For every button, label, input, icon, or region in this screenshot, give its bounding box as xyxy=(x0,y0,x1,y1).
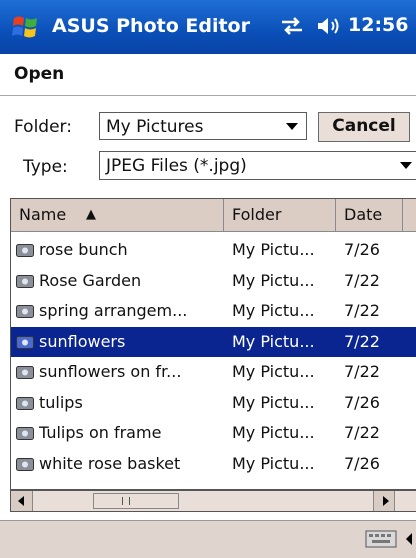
column-header-date[interactable]: Date xyxy=(336,199,403,231)
folder-value: My Pictures xyxy=(106,117,204,137)
image-file-icon xyxy=(16,427,34,440)
file-name: tulips xyxy=(39,392,83,412)
connectivity-icon[interactable] xyxy=(278,14,306,38)
file-date: 7/22 xyxy=(344,331,380,351)
file-folder: My Pictu... xyxy=(232,362,315,381)
file-name: Rose Garden xyxy=(39,270,142,290)
image-file-icon xyxy=(16,396,34,410)
file-row[interactable]: Tulips on frame My Pictu... 7/22 xyxy=(11,418,416,448)
type-dropdown[interactable]: JPEG Files (*.jpg) xyxy=(99,151,416,180)
volume-icon[interactable] xyxy=(316,14,340,38)
file-folder: My Pictu... xyxy=(232,331,315,351)
column-header-folder-label: Folder xyxy=(232,205,282,224)
file-folder: My Pictu... xyxy=(232,453,315,473)
type-label: Type: xyxy=(23,157,68,177)
column-header-date-label: Date xyxy=(344,205,383,224)
file-row[interactable]: Rose Garden My Pictu... 7/22 xyxy=(11,266,416,296)
grip-icon xyxy=(122,497,130,505)
keyboard-icon[interactable] xyxy=(364,527,400,551)
file-folder: My Pictu... xyxy=(232,301,315,320)
app-title: ASUS Photo Editor xyxy=(52,15,250,37)
title-bar: ASUS Photo Editor 12:56 xyxy=(0,0,416,54)
file-row[interactable]: sunflowers on fr... My Pictu... 7/22 xyxy=(11,357,416,387)
image-file-icon xyxy=(16,244,34,257)
image-file-icon xyxy=(16,335,34,349)
image-file-icon xyxy=(16,305,34,318)
file-folder: My Pictu... xyxy=(232,392,315,412)
chevron-down-icon xyxy=(286,123,298,130)
file-name: sunflowers on fr... xyxy=(39,362,182,381)
file-name: Tulips on frame xyxy=(39,423,162,442)
file-date: 7/22 xyxy=(344,301,380,320)
chevron-down-icon xyxy=(400,162,412,169)
header-divider xyxy=(0,95,416,96)
file-row[interactable]: white rose basket My Pictu... 7/26 xyxy=(11,449,416,479)
column-header-folder[interactable]: Folder xyxy=(224,199,336,231)
file-date: 7/22 xyxy=(344,270,380,290)
column-header-name[interactable]: Name ▲ xyxy=(11,199,224,231)
windows-flag-icon[interactable] xyxy=(10,12,42,42)
arrow-right-icon xyxy=(383,496,389,506)
file-name: spring arrangem... xyxy=(39,301,188,320)
column-header-extra[interactable] xyxy=(403,199,416,231)
file-row[interactable]: rose bunch My Pictu... 7/26 xyxy=(11,235,416,265)
file-row[interactable]: tulips My Pictu... 7/26 xyxy=(11,388,416,418)
image-file-icon xyxy=(16,274,34,288)
file-date: 7/22 xyxy=(344,423,380,442)
scroll-thumb[interactable] xyxy=(93,493,179,509)
file-name: rose bunch xyxy=(39,240,128,259)
image-file-icon xyxy=(16,457,34,471)
file-date: 7/26 xyxy=(344,453,380,473)
type-value: JPEG Files (*.jpg) xyxy=(106,156,247,176)
dialog-title: Open xyxy=(14,64,65,84)
file-folder: My Pictu... xyxy=(232,270,315,290)
sort-ascending-icon: ▲ xyxy=(86,207,96,222)
file-date: 7/26 xyxy=(344,392,380,412)
scroll-left-button[interactable] xyxy=(11,491,33,511)
horizontal-scrollbar[interactable] xyxy=(10,490,416,512)
folder-label: Folder: xyxy=(14,117,72,137)
folder-dropdown[interactable]: My Pictures xyxy=(99,112,307,140)
scroll-right-button[interactable] xyxy=(373,491,395,511)
file-name: sunflowers xyxy=(39,331,126,351)
file-folder: My Pictu... xyxy=(232,240,315,259)
file-row[interactable]: sunflowers My Pictu... 7/22 xyxy=(11,326,416,357)
input-menu-arrow-icon[interactable] xyxy=(404,531,416,551)
file-folder: My Pictu... xyxy=(232,423,315,442)
clock[interactable]: 12:56 xyxy=(348,14,408,36)
bottom-bar xyxy=(0,520,416,558)
image-file-icon xyxy=(16,366,34,379)
file-list[interactable]: Name ▲ Folder Date rose bunch My Pictu...… xyxy=(10,198,416,490)
file-date: 7/26 xyxy=(344,240,380,259)
list-header: Name ▲ Folder Date xyxy=(11,199,416,232)
file-date: 7/22 xyxy=(344,362,380,381)
file-row[interactable]: spring arrangem... My Pictu... 7/22 xyxy=(11,296,416,326)
file-name: white rose basket xyxy=(39,453,181,473)
cancel-button[interactable]: Cancel xyxy=(318,112,410,142)
arrow-left-icon xyxy=(18,496,24,506)
column-header-name-label: Name xyxy=(19,205,67,224)
